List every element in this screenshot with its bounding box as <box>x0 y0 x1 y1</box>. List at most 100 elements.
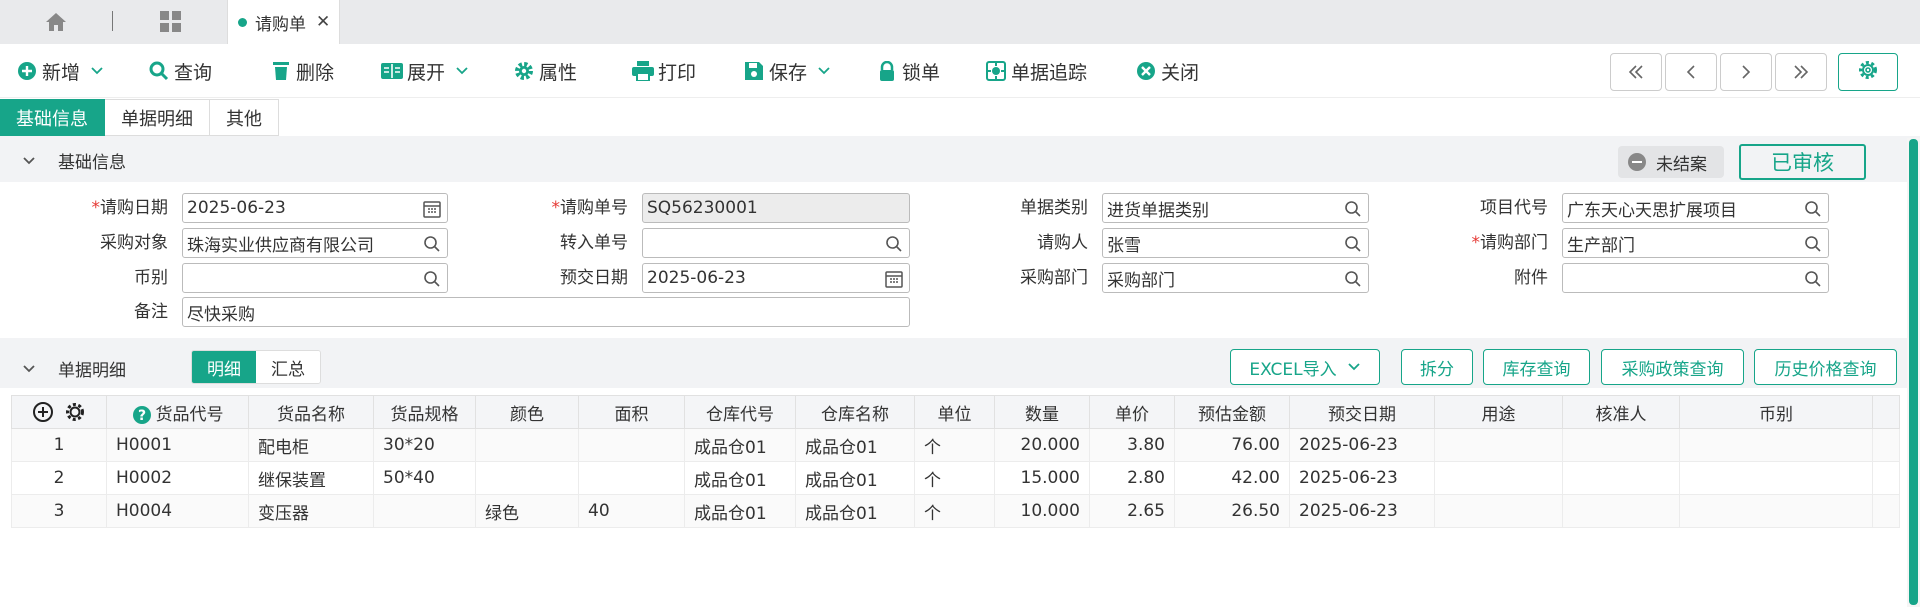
last-record-icon[interactable] <box>1775 53 1827 91</box>
cell[interactable]: 20.000 <box>994 428 1090 462</box>
req-no-field[interactable]: SQ56230001 <box>642 193 910 223</box>
cell[interactable]: 变压器 <box>248 494 374 528</box>
prev-record-icon[interactable] <box>1665 53 1717 91</box>
col-header[interactable]: 币别 <box>1679 395 1873 429</box>
cell[interactable] <box>1679 461 1873 495</box>
currency-field[interactable] <box>182 263 448 293</box>
search-icon[interactable] <box>1344 270 1362 288</box>
print-button[interactable]: 打印 <box>632 44 696 98</box>
cell[interactable]: 2025-06-23 <box>1289 461 1435 495</box>
home-icon[interactable] <box>30 0 82 44</box>
search-icon[interactable] <box>885 235 903 253</box>
col-header[interactable]: 货品名称 <box>248 395 374 429</box>
expand-button[interactable]: 展开 <box>381 44 471 98</box>
history-price-button[interactable]: 历史价格查询 <box>1754 349 1897 385</box>
close-icon[interactable]: ✕ <box>316 12 330 32</box>
col-header[interactable]: 数量 <box>994 395 1090 429</box>
calendar-icon[interactable] <box>423 200 441 218</box>
delete-button[interactable]: 删除 <box>270 44 334 98</box>
lock-button[interactable]: 锁单 <box>876 44 940 98</box>
col-header[interactable]: 仓库代号 <box>684 395 796 429</box>
settings-button[interactable] <box>1838 53 1898 91</box>
delivery-date-field[interactable]: 2025-06-23 <box>642 263 910 293</box>
cell[interactable]: 个 <box>914 494 995 528</box>
col-header[interactable]: 货品规格 <box>373 395 476 429</box>
page-scrollbar[interactable] <box>1907 138 1920 607</box>
cell[interactable]: 42.00 <box>1174 461 1290 495</box>
cell[interactable]: 2.65 <box>1089 494 1175 528</box>
cell[interactable] <box>1434 428 1563 462</box>
remark-field[interactable]: 尽快采购 <box>182 297 910 327</box>
cell[interactable] <box>373 494 476 528</box>
detail-toggle[interactable]: 单据明细 <box>22 356 126 381</box>
doc-type-field[interactable]: 进货单据类别 <box>1102 193 1369 223</box>
project-field[interactable]: 广东天心天思扩展项目 <box>1562 193 1829 223</box>
cell[interactable] <box>1679 494 1873 528</box>
cell[interactable] <box>1562 494 1680 528</box>
chevron-down-icon[interactable] <box>817 66 833 76</box>
policy-query-button[interactable]: 采购政策查询 <box>1601 349 1744 385</box>
col-header[interactable]: ? 货品代号 <box>106 395 249 429</box>
search-icon[interactable] <box>1804 235 1822 253</box>
search-icon[interactable] <box>1804 270 1822 288</box>
grid-icon[interactable] <box>145 0 197 44</box>
cell[interactable]: 40 <box>578 494 685 528</box>
cell[interactable] <box>1679 428 1873 462</box>
cell[interactable] <box>475 461 579 495</box>
cell[interactable] <box>578 461 685 495</box>
cell[interactable]: 26.50 <box>1174 494 1290 528</box>
transfer-no-field[interactable] <box>642 228 910 258</box>
search-icon[interactable] <box>1344 235 1362 253</box>
save-button[interactable]: 保存 <box>743 44 833 98</box>
col-header[interactable]: 颜色 <box>475 395 579 429</box>
excel-import-button[interactable]: EXCEL导入 <box>1230 349 1380 385</box>
cell[interactable]: 成品仓01 <box>684 428 796 462</box>
add-row-icon[interactable] <box>32 401 54 423</box>
query-button[interactable]: 查询 <box>148 44 212 98</box>
search-icon[interactable] <box>423 270 441 288</box>
cell[interactable]: 10.000 <box>994 494 1090 528</box>
cell[interactable]: 3.80 <box>1089 428 1175 462</box>
col-header[interactable]: 单价 <box>1089 395 1175 429</box>
cell[interactable]: 成品仓01 <box>795 428 915 462</box>
cell[interactable]: 绿色 <box>475 494 579 528</box>
help-icon[interactable]: ? <box>132 405 152 425</box>
cell[interactable] <box>475 428 579 462</box>
cell[interactable] <box>1434 461 1563 495</box>
cell[interactable] <box>578 428 685 462</box>
target-field[interactable]: 珠海实业供应商有限公司 <box>182 228 448 258</box>
next-record-icon[interactable] <box>1720 53 1772 91</box>
cell[interactable] <box>1434 494 1563 528</box>
cell[interactable]: 个 <box>914 428 995 462</box>
cell[interactable] <box>1562 461 1680 495</box>
column-settings-icon[interactable] <box>64 401 86 423</box>
col-header[interactable]: 预交日期 <box>1289 395 1435 429</box>
first-record-icon[interactable] <box>1610 53 1662 91</box>
cell[interactable]: 成品仓01 <box>684 461 796 495</box>
seg-detail[interactable]: 明细 <box>192 351 256 383</box>
cell[interactable]: 2.80 <box>1089 461 1175 495</box>
chevron-down-icon[interactable] <box>90 66 106 76</box>
properties-button[interactable]: 属性 <box>513 44 577 98</box>
stock-query-button[interactable]: 库存查询 <box>1483 349 1590 385</box>
cell[interactable]: 个 <box>914 461 995 495</box>
table-row[interactable]: 2 H0002 继保装置 50*40 成品仓01 成品仓01 个 15.000 … <box>11 461 1900 495</box>
basic-info-toggle[interactable]: 基础信息 <box>22 148 126 173</box>
cell[interactable]: 成品仓01 <box>684 494 796 528</box>
cell[interactable]: 成品仓01 <box>795 461 915 495</box>
cell[interactable]: 30*20 <box>373 428 476 462</box>
req-dept-field[interactable]: 生产部门 <box>1562 228 1829 258</box>
search-icon[interactable] <box>423 235 441 253</box>
attachment-field[interactable] <box>1562 263 1829 293</box>
cell[interactable]: 成品仓01 <box>795 494 915 528</box>
close-button[interactable]: 关闭 <box>1135 44 1199 98</box>
col-header[interactable]: 仓库名称 <box>795 395 915 429</box>
col-header[interactable]: 预估金额 <box>1174 395 1290 429</box>
new-button[interactable]: 新增 <box>16 44 106 98</box>
cell[interactable]: H0002 <box>106 461 249 495</box>
col-header[interactable]: 单位 <box>914 395 995 429</box>
table-row[interactable]: 3 H0004 变压器 绿色 40 成品仓01 成品仓01 个 10.000 2… <box>11 494 1900 528</box>
search-icon[interactable] <box>1804 200 1822 218</box>
cell[interactable]: 继保装置 <box>248 461 374 495</box>
cell[interactable]: 15.000 <box>994 461 1090 495</box>
